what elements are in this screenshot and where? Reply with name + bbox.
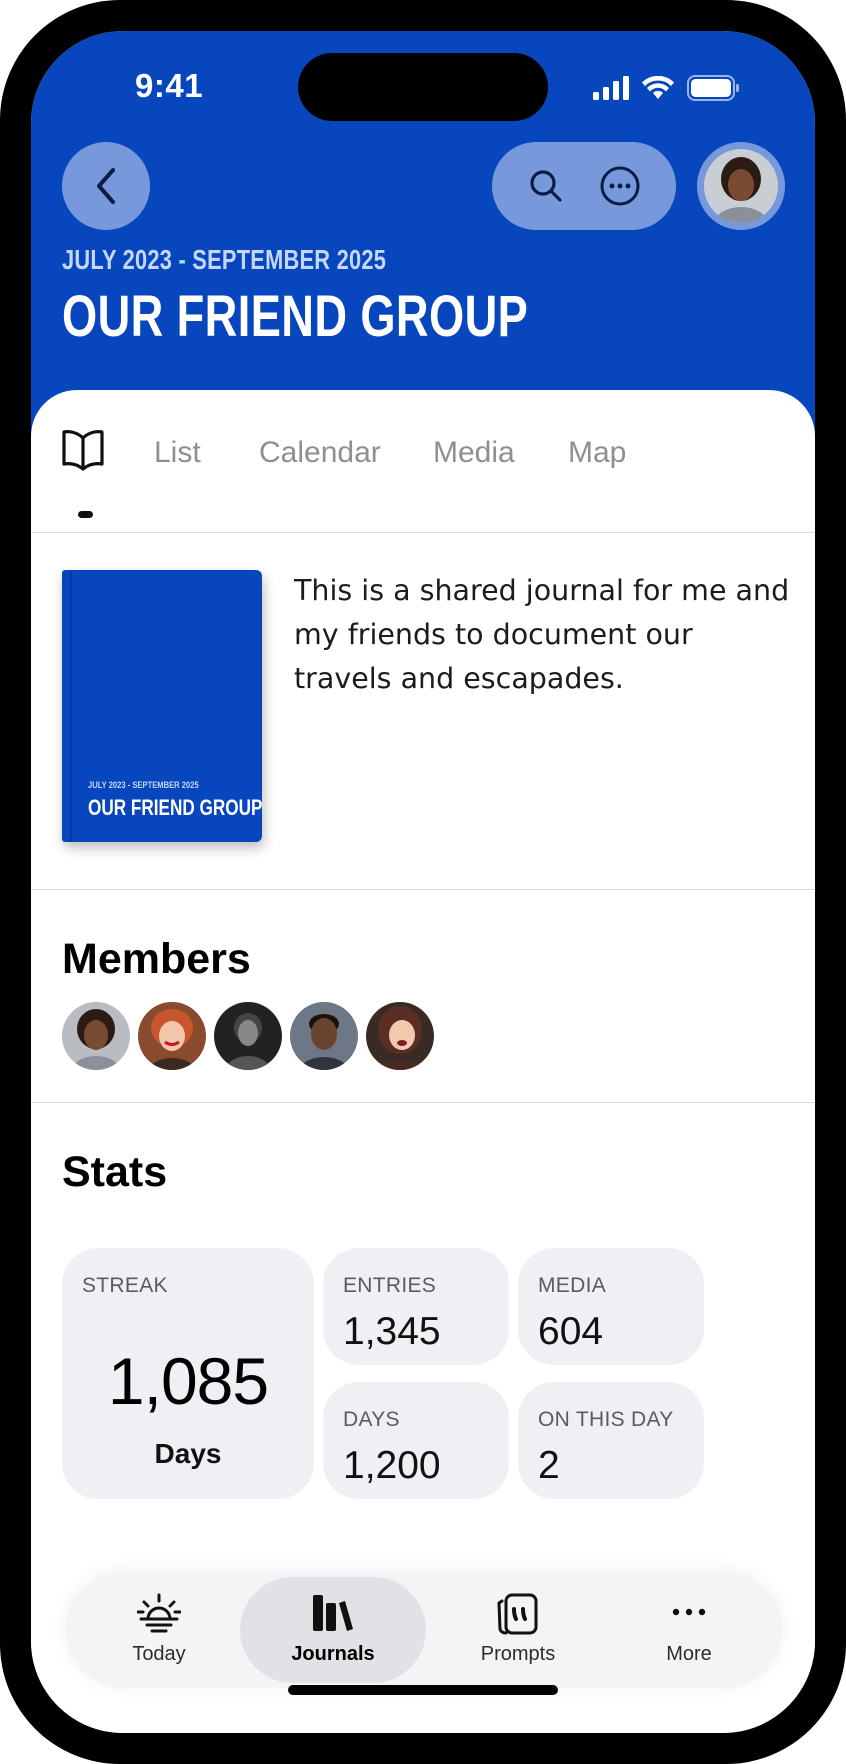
wifi-icon <box>642 76 674 99</box>
streak-value: 1,085 <box>107 1344 269 1418</box>
tab-bar-journals-label: Journals <box>291 1643 375 1665</box>
tab-bar-journals[interactable]: Journals <box>240 1577 426 1683</box>
active-tab-indicator <box>78 511 93 518</box>
days-card[interactable]: DAYS 1,200 <box>323 1382 509 1499</box>
media-label: MEDIA <box>538 1274 607 1297</box>
member-avatar[interactable] <box>366 1002 434 1070</box>
tab-bar-today[interactable]: Today <box>69 1572 249 1688</box>
journals-icon <box>313 1595 353 1631</box>
tab-list[interactable]: List <box>154 436 201 470</box>
member-avatar[interactable] <box>290 1002 358 1070</box>
on-this-day-label: ON THIS DAY <box>538 1408 674 1431</box>
tab-calendar[interactable]: Calendar <box>259 436 381 470</box>
journal-description: This is a shared journal for me and my f… <box>294 574 790 695</box>
streak-label: STREAK <box>82 1274 168 1297</box>
entries-label: ENTRIES <box>343 1274 437 1297</box>
journal-content: List Calendar Media Map JULY 2023 - SEPT… <box>31 390 815 1733</box>
days-label: DAYS <box>343 1408 400 1431</box>
on-this-day-value: 2 <box>538 1444 560 1487</box>
search-icon[interactable] <box>527 167 565 205</box>
tab-map[interactable]: Map <box>568 436 626 470</box>
status-icons <box>593 75 741 101</box>
journal-date-range: JULY 2023 - SEPTEMBER 2025 <box>62 244 387 275</box>
prompts-icon <box>497 1593 538 1635</box>
tab-media[interactable]: Media <box>433 436 515 470</box>
more-options-icon[interactable] <box>599 165 641 207</box>
entries-card[interactable]: ENTRIES 1,345 <box>323 1248 509 1365</box>
tab-bar-prompts[interactable]: Prompts <box>428 1572 608 1688</box>
member-avatar[interactable] <box>62 1002 130 1070</box>
tab-bar-today-label: Today <box>132 1643 186 1665</box>
battery-icon <box>687 75 739 101</box>
journal-cover[interactable]: JULY 2023 - SEPTEMBER 2025 OUR FRIEND GR… <box>62 570 262 842</box>
member-avatars <box>62 1002 434 1070</box>
member-avatar[interactable] <box>214 1002 282 1070</box>
on-this-day-card[interactable]: ON THIS DAY 2 <box>518 1382 704 1499</box>
status-time: 9:41 <box>135 67 204 104</box>
cover-title: OUR FRIEND GROUP <box>88 795 263 820</box>
back-button[interactable] <box>62 142 150 230</box>
screen: 9:41 JULY 2023 - SEPTEMBER 2025 OUR FRIE… <box>31 31 815 1733</box>
chevron-left-icon <box>97 168 115 204</box>
cover-spine <box>70 570 72 842</box>
journal-about: JULY 2023 - SEPTEMBER 2025 OUR FRIEND GR… <box>31 533 815 890</box>
bottom-tab-bar: Today Journals Prompts More <box>66 1572 782 1688</box>
profile-avatar-button[interactable] <box>697 142 785 230</box>
streak-unit: Days <box>154 1438 222 1469</box>
journal-title: OUR FRIEND GROUP <box>62 284 529 349</box>
stats-section: Stats STREAK 1,085 Days ENTRIES 1,345 ME… <box>31 1103 815 1583</box>
cellular-signal-icon <box>593 76 629 100</box>
header-actions <box>492 142 676 230</box>
more-icon <box>672 1608 706 1616</box>
media-card[interactable]: MEDIA 604 <box>518 1248 704 1365</box>
days-value: 1,200 <box>343 1444 441 1487</box>
tab-bar-more-label: More <box>666 1643 712 1665</box>
members-section: Members <box>31 890 815 1103</box>
phone-frame: 9:41 JULY 2023 - SEPTEMBER 2025 OUR FRIE… <box>0 0 846 1764</box>
cover-date: JULY 2023 - SEPTEMBER 2025 <box>88 780 199 791</box>
stats-title: Stats <box>62 1148 168 1196</box>
streak-card[interactable]: STREAK 1,085 Days <box>62 1248 314 1499</box>
entries-value: 1,345 <box>343 1310 441 1353</box>
member-avatar[interactable] <box>138 1002 206 1070</box>
sunrise-icon <box>137 1593 181 1633</box>
media-value: 604 <box>538 1310 604 1353</box>
avatar <box>704 149 778 223</box>
book-icon[interactable] <box>61 420 105 480</box>
view-tabs: List Calendar Media Map <box>31 390 815 533</box>
home-indicator <box>288 1685 558 1695</box>
tab-bar-more[interactable]: More <box>599 1572 779 1688</box>
members-title: Members <box>62 935 251 983</box>
dynamic-island <box>298 53 548 121</box>
tab-bar-prompts-label: Prompts <box>480 1643 556 1665</box>
